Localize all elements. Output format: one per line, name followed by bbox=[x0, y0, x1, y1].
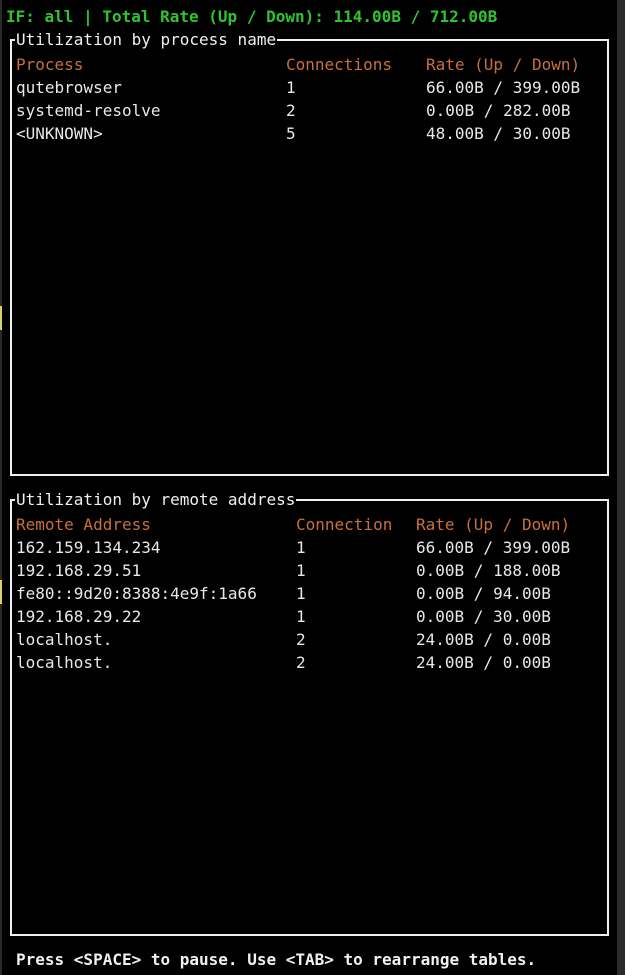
remote-connection: 1 bbox=[296, 584, 306, 603]
table-row: qutebrowser 1 66.00B / 399.00B bbox=[16, 76, 603, 99]
header-process: Process bbox=[16, 55, 84, 74]
remote-address: 192.168.29.51 bbox=[16, 561, 142, 580]
remote-address: fe80::9d20:8388:4e9f:1a66 bbox=[16, 584, 257, 603]
total-rate-status: IF: all | Total Rate (Up / Down): 114.00… bbox=[6, 7, 498, 26]
remote-rate: 24.00B / 0.00B bbox=[416, 630, 551, 649]
terminal-scrollbar[interactable] bbox=[617, 0, 625, 975]
process-panel-title: Utilization by process name bbox=[15, 28, 278, 51]
process-rate: 0.00B / 282.00B bbox=[426, 101, 571, 120]
remote-rate: 0.00B / 188.00B bbox=[416, 561, 561, 580]
process-rate: 48.00B / 30.00B bbox=[426, 124, 571, 143]
table-row: <UNKNOWN> 5 48.00B / 30.00B bbox=[16, 122, 603, 145]
terminal-margin-marker bbox=[0, 580, 2, 604]
remote-rate: 0.00B / 94.00B bbox=[416, 584, 551, 603]
remote-rate: 66.00B / 399.00B bbox=[416, 538, 571, 557]
table-row: localhost. 2 24.00B / 0.00B bbox=[16, 628, 603, 651]
table-row: systemd-resolve 2 0.00B / 282.00B bbox=[16, 99, 603, 122]
remote-connection: 2 bbox=[296, 653, 306, 672]
table-row: 162.159.134.234 1 66.00B / 399.00B bbox=[16, 536, 603, 559]
remote-connection: 2 bbox=[296, 630, 306, 649]
process-connections: 2 bbox=[286, 101, 296, 120]
header-connection: Connection bbox=[296, 515, 393, 534]
table-row: 192.168.29.22 1 0.00B / 30.00B bbox=[16, 605, 603, 628]
process-name: systemd-resolve bbox=[16, 101, 161, 120]
remote-rate: 24.00B / 0.00B bbox=[416, 653, 551, 672]
remote-rate: 0.00B / 30.00B bbox=[416, 607, 551, 626]
remote-table-header: Remote Address Connection Rate (Up / Dow… bbox=[16, 513, 603, 536]
process-name: <UNKNOWN> bbox=[16, 124, 103, 143]
remote-address-panel: Utilization by remote address Remote Add… bbox=[10, 488, 609, 936]
process-rate: 66.00B / 399.00B bbox=[426, 78, 581, 97]
process-utilization-panel: Utilization by process name Process Conn… bbox=[10, 28, 609, 476]
remote-connection: 1 bbox=[296, 561, 306, 580]
remote-connection: 1 bbox=[296, 607, 306, 626]
process-name: qutebrowser bbox=[16, 78, 122, 97]
table-row: 192.168.29.51 1 0.00B / 188.00B bbox=[16, 559, 603, 582]
process-table-header: Process Connections Rate (Up / Down) bbox=[16, 53, 603, 76]
remote-connection: 1 bbox=[296, 538, 306, 557]
remote-address: localhost. bbox=[16, 653, 113, 672]
process-connections: 1 bbox=[286, 78, 296, 97]
remote-address: 162.159.134.234 bbox=[16, 538, 161, 557]
header-rate: Rate (Up / Down) bbox=[416, 515, 571, 534]
remote-address: 192.168.29.22 bbox=[16, 607, 142, 626]
header-remote-address: Remote Address bbox=[16, 515, 151, 534]
header-rate: Rate (Up / Down) bbox=[426, 55, 581, 74]
remote-panel-title: Utilization by remote address bbox=[15, 488, 297, 511]
terminal-left-edge bbox=[0, 0, 2, 975]
remote-address: localhost. bbox=[16, 630, 113, 649]
table-row: fe80::9d20:8388:4e9f:1a66 1 0.00B / 94.0… bbox=[16, 582, 603, 605]
keyboard-hint-footer: Press <SPACE> to pause. Use <TAB> to rea… bbox=[16, 950, 537, 969]
process-connections: 5 bbox=[286, 124, 296, 143]
terminal-margin-marker bbox=[0, 306, 2, 330]
table-row: localhost. 2 24.00B / 0.00B bbox=[16, 651, 603, 674]
header-connections: Connections bbox=[286, 55, 392, 74]
